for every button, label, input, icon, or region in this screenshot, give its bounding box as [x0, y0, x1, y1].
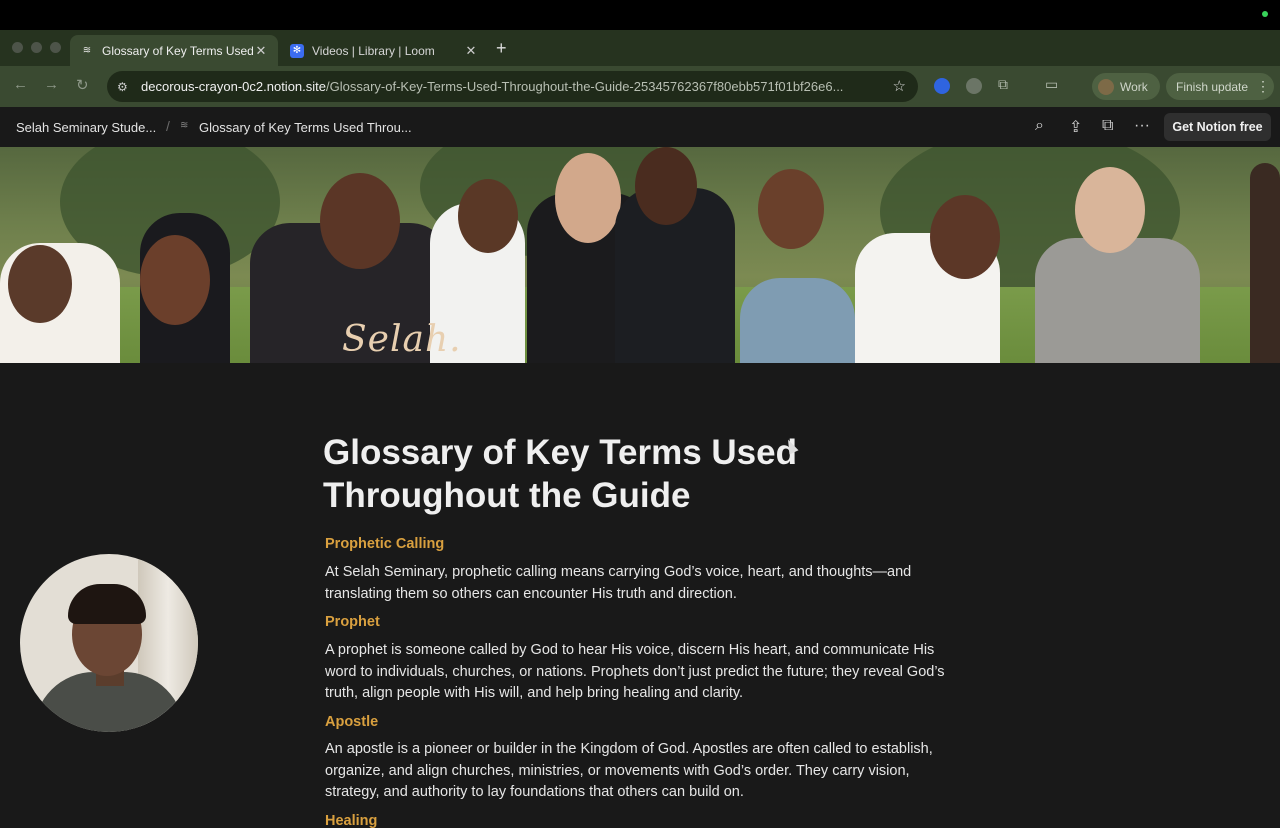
notion-page-icon: ≋	[82, 45, 92, 56]
tab-search-icon[interactable]: ▭	[1045, 76, 1058, 93]
url-host: decorous-crayon-0c2.notion.site	[141, 79, 326, 94]
share-icon[interactable]: ⇪	[1069, 117, 1082, 137]
screen-top-bar	[0, 0, 1280, 30]
term-heading: Apostle	[325, 714, 379, 730]
breadcrumb-separator: /	[166, 118, 170, 134]
browser-tab-bar: ≋ Glossary of Key Terms Used T ✕ ✻ Video…	[0, 30, 1280, 66]
minimize-window-button[interactable]	[31, 42, 42, 53]
avatar	[1098, 78, 1114, 95]
selah-logo: Selah.	[342, 319, 462, 360]
page-title: Glossary of Key Terms Used Throughout th…	[323, 433, 797, 515]
webcam-bubble[interactable]	[20, 554, 198, 732]
reload-icon[interactable]: ↻	[76, 76, 89, 94]
profile-label: Work	[1120, 79, 1148, 94]
extension-k-icon[interactable]	[966, 78, 982, 94]
new-tab-button[interactable]: +	[496, 38, 507, 59]
url-path: /Glossary-of-Key-Terms-Used-Throughout-t…	[326, 79, 844, 94]
term-definition: An apostle is a pioneer or builder in th…	[325, 741, 933, 800]
zoom-window-button[interactable]	[50, 42, 61, 53]
close-tab-icon[interactable]: ✕	[464, 43, 478, 59]
breadcrumb-parent[interactable]: Selah Seminary Stude...	[16, 120, 156, 135]
browser-toolbar: ← → ↻ ⚙ decorous-crayon-0c2.notion.site …	[0, 66, 1280, 107]
profile-button[interactable]: Work	[1092, 73, 1160, 100]
recording-indicator-icon	[1262, 11, 1268, 17]
more-options-icon[interactable]: ···	[1134, 117, 1150, 135]
loom-icon: ✻	[290, 43, 304, 58]
update-label: Finish update	[1176, 79, 1249, 94]
breadcrumb-current[interactable]: Glossary of Key Terms Used Throu...	[199, 120, 412, 135]
cover-image: Selah.	[0, 147, 1280, 363]
search-icon[interactable]: ⌕	[1035, 117, 1044, 135]
tab-loom[interactable]: ✻ Videos | Library | Loom ✕	[280, 35, 488, 66]
close-tab-icon[interactable]: ✕	[254, 43, 268, 59]
page-icon: ≋	[180, 120, 189, 131]
back-icon[interactable]: ←	[13, 76, 28, 93]
close-window-button[interactable]	[12, 42, 23, 53]
term-definition: At Selah Seminary, prophetic calling mea…	[325, 564, 912, 602]
address-bar[interactable]: ⚙ decorous-crayon-0c2.notion.site /Gloss…	[107, 71, 918, 102]
get-notion-free-button[interactable]: Get Notion free	[1164, 113, 1271, 141]
extensions-puzzle-icon[interactable]: ⧉	[998, 76, 1008, 93]
term-heading: Prophet	[325, 614, 380, 630]
tab-label: Videos | Library | Loom	[312, 43, 435, 58]
window-controls	[12, 42, 61, 53]
tab-glossary[interactable]: ≋ Glossary of Key Terms Used T ✕	[70, 35, 278, 66]
term-heading: Prophetic Calling	[325, 536, 445, 552]
bookmark-star-icon[interactable]: ☆	[893, 77, 906, 95]
extension-icon[interactable]	[934, 78, 950, 94]
menu-dots-icon: ⋮	[1256, 78, 1271, 94]
term-definition: A prophet is someone called by God to he…	[325, 642, 945, 701]
term-heading: Healing	[325, 813, 378, 828]
forward-icon[interactable]: →	[44, 76, 59, 93]
finish-update-button[interactable]: Finish update ⋮	[1166, 73, 1274, 100]
duplicate-icon[interactable]: ⧉	[1102, 117, 1113, 135]
tab-label: Glossary of Key Terms Used T	[102, 43, 254, 58]
site-settings-icon[interactable]: ⚙	[117, 80, 131, 94]
notion-topbar: Selah Seminary Stude... / ≋ Glossary of …	[0, 107, 1280, 147]
